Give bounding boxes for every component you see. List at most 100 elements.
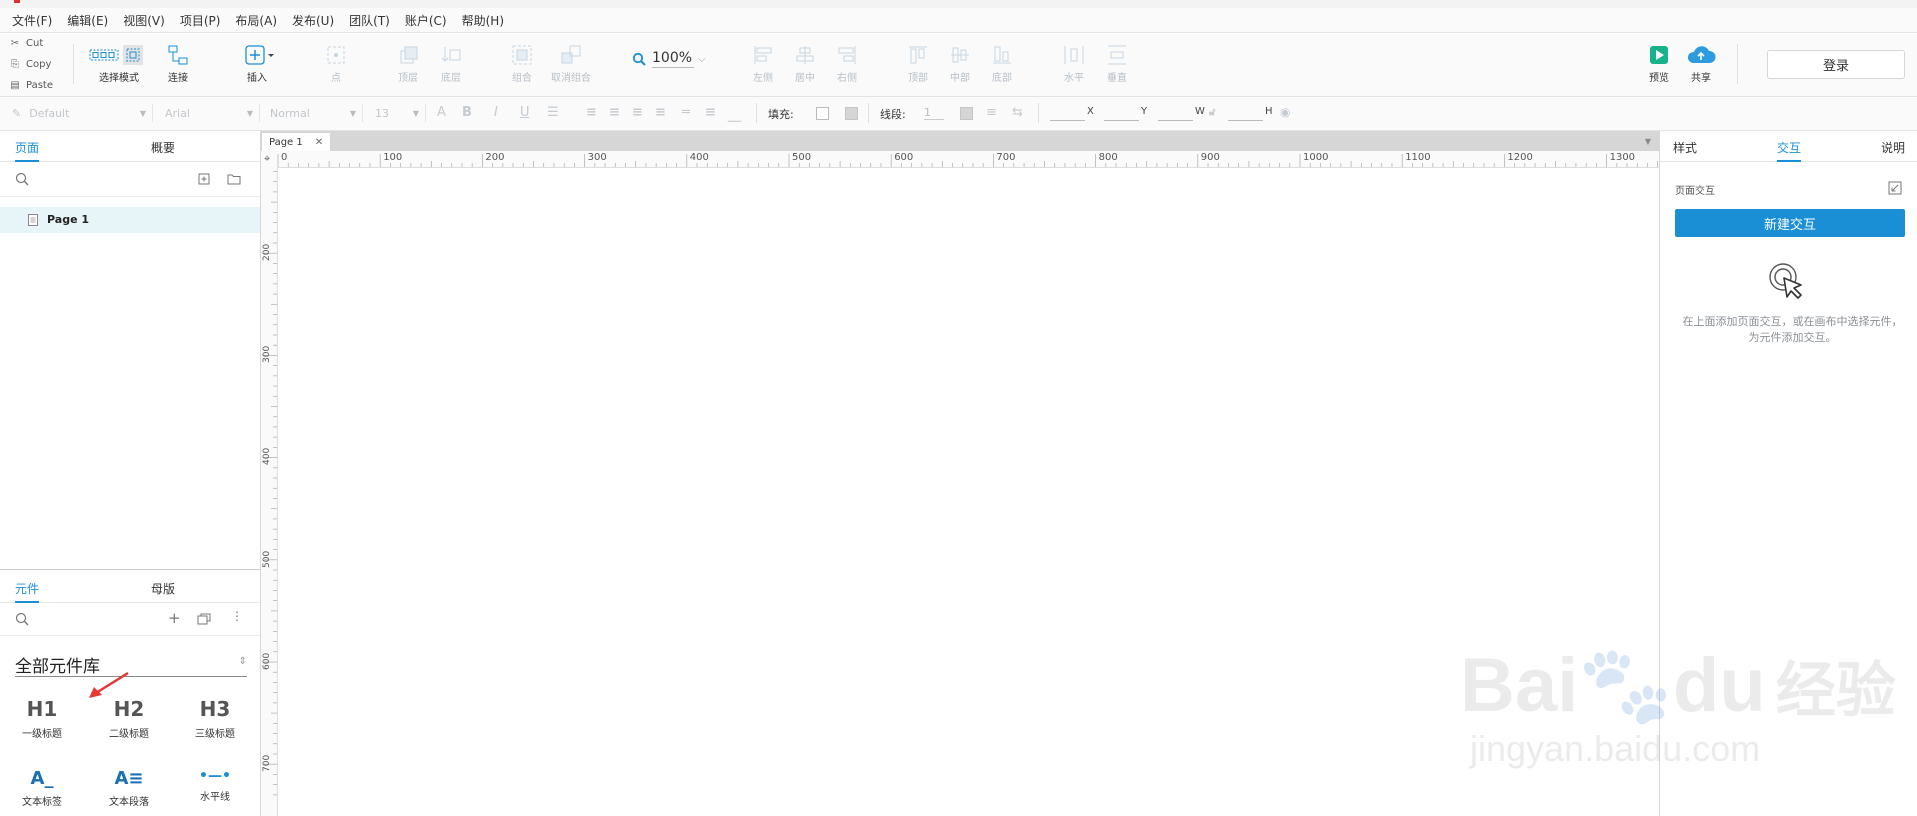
valign-bottom-icon[interactable]: ＿ xyxy=(728,105,741,124)
ruler-label: 1200 xyxy=(1507,152,1533,163)
align-center-icon xyxy=(796,46,814,64)
widget-text-label[interactable]: A_ 文本标签 xyxy=(7,768,77,808)
menu-view[interactable]: 视图(V) xyxy=(123,12,165,29)
expand-icon[interactable] xyxy=(1888,181,1902,195)
tab-outline[interactable]: 概要 xyxy=(151,139,175,156)
text-color-icon[interactable]: A xyxy=(437,105,446,120)
tab-notes[interactable]: 说明 xyxy=(1881,139,1905,156)
w-field[interactable] xyxy=(1158,106,1193,121)
bullet-list-icon[interactable]: ☰ xyxy=(547,105,559,120)
lock-icon[interactable]: 🔓︎ xyxy=(1209,107,1215,118)
connect-icon xyxy=(168,45,188,65)
paste-button[interactable]: ▤ Paste xyxy=(10,80,53,91)
widget-text-paragraph[interactable]: A≡ 文本段落 xyxy=(94,768,164,808)
login-button[interactable]: 登录 xyxy=(1767,50,1905,79)
send-to-back-label: 底层 xyxy=(441,73,461,84)
underline-icon[interactable]: U xyxy=(520,105,530,120)
menu-publish[interactable]: 发布(U) xyxy=(292,12,334,29)
distribute-vertical-button[interactable]: 垂直 xyxy=(1087,34,1147,84)
shadow-swatch[interactable] xyxy=(845,107,858,120)
tab-style[interactable]: 样式 xyxy=(1673,139,1697,156)
style-select[interactable]: ✎ Default ▼ xyxy=(12,104,153,122)
chevron-down-icon: ▼ xyxy=(246,108,253,118)
align-right-button[interactable]: 右侧 xyxy=(817,34,877,84)
widget-h2[interactable]: H2 二级标题 xyxy=(94,697,164,740)
widget-label: 水平线 xyxy=(200,792,230,803)
menu-file[interactable]: 文件(F) xyxy=(12,12,52,29)
line-width-value[interactable]: 1 xyxy=(924,106,944,120)
design-canvas[interactable] xyxy=(278,168,1658,816)
search-icon[interactable] xyxy=(15,612,29,626)
copy-button[interactable]: ⎘ Copy xyxy=(10,59,51,70)
pages-tabbar: 页面 概要 xyxy=(0,131,260,162)
close-icon[interactable]: ✕ xyxy=(315,137,323,148)
ruler-label: 1000 xyxy=(1303,152,1329,163)
align-text-center-icon[interactable]: ≡ xyxy=(609,105,620,120)
menu-project[interactable]: 项目(P) xyxy=(180,12,221,29)
ruler-label: 1100 xyxy=(1405,152,1431,163)
search-icon[interactable] xyxy=(15,172,29,186)
tab-overflow-icon[interactable]: ▼ xyxy=(1645,137,1651,146)
menu-edit[interactable]: 编辑(E) xyxy=(67,12,108,29)
fill-color-swatch[interactable] xyxy=(816,107,829,120)
format-bar: ✎ Default ▼ Arial ▼ Normal ▼ 13 ▼ A B I U ☰ … xyxy=(0,97,1917,131)
send-to-back-button[interactable]: 底层 xyxy=(421,34,481,84)
align-text-right-icon[interactable]: ≡ xyxy=(632,105,643,120)
select-mode-button[interactable]: 选择模式 xyxy=(89,34,149,84)
point-button[interactable]: 点 xyxy=(306,34,366,84)
zoom-control[interactable]: 100% ⌵ xyxy=(632,50,706,68)
line-color-swatch[interactable] xyxy=(960,107,973,120)
horizontal-ruler: ⌖ 0 100 200 300 400 500 600 700 800 900 1000 1100 12… xyxy=(261,151,1659,168)
menu-account[interactable]: 账户(C) xyxy=(405,12,447,29)
ruler-label: 700 xyxy=(262,754,272,772)
x-field[interactable] xyxy=(1050,106,1085,121)
library-copy-icon[interactable] xyxy=(197,613,211,625)
add-library-icon[interactable]: + xyxy=(168,609,181,627)
horizontal-line-icon: •—• xyxy=(199,768,231,784)
menu-layout[interactable]: 布局(A) xyxy=(235,12,277,29)
font-family-select[interactable]: Arial ▼ xyxy=(165,104,260,122)
tab-widgets[interactable]: 元件 xyxy=(15,580,40,603)
widget-horizontal-line[interactable]: •—• 水平线 xyxy=(180,768,250,803)
library-select[interactable]: 全部元件库 ⇕ xyxy=(15,652,247,677)
ruler-label: 600 xyxy=(262,652,272,670)
share-button[interactable]: 共享 xyxy=(1671,34,1731,84)
menu-team[interactable]: 团队(T) xyxy=(349,12,390,29)
insert-button[interactable]: 插入 xyxy=(227,34,287,84)
more-options-icon[interactable]: ⋮ xyxy=(231,609,243,623)
visibility-eye-icon[interactable]: ◉ xyxy=(1280,105,1290,119)
align-text-left-icon[interactable]: ≡ xyxy=(586,105,597,120)
arrow-style-icon[interactable]: ⇆ xyxy=(1012,105,1023,120)
y-field[interactable] xyxy=(1104,106,1139,121)
line-style-icon[interactable]: ≡ xyxy=(986,105,997,120)
align-text-justify-icon[interactable]: ≡ xyxy=(655,105,666,120)
valign-middle-icon[interactable]: ≡ xyxy=(705,105,716,120)
right-panel: 样式 交互 说明 页面交互 新建交互 在上面添加页面交互，或在画布中选择元件，为… xyxy=(1659,131,1917,816)
add-folder-icon[interactable] xyxy=(227,173,241,185)
menu-help[interactable]: 帮助(H) xyxy=(462,12,504,29)
y-label: Y xyxy=(1141,106,1148,117)
cut-button[interactable]: ✂ Cut xyxy=(10,38,43,49)
add-page-icon[interactable] xyxy=(198,173,210,185)
align-bottom-button[interactable]: 底部 xyxy=(972,34,1032,84)
tab-pages[interactable]: 页面 xyxy=(15,139,40,162)
italic-icon[interactable]: I xyxy=(494,105,498,120)
font-weight-select[interactable]: Normal ▼ xyxy=(270,104,363,122)
ruler-label: 400 xyxy=(689,152,709,163)
font-size-select[interactable]: 13 ▼ xyxy=(375,104,426,122)
tab-interaction[interactable]: 交互 xyxy=(1777,139,1802,162)
page-list-item[interactable]: Page 1 xyxy=(0,207,260,233)
widget-h1[interactable]: H1 一级标题 xyxy=(7,697,77,740)
ungroup-button[interactable]: 取消组合 xyxy=(541,34,601,84)
style-value: Default xyxy=(29,106,70,120)
tab-page-1[interactable]: Page 1 ✕ xyxy=(262,133,330,151)
widget-h3[interactable]: H3 三级标题 xyxy=(180,697,250,740)
tab-masters[interactable]: 母版 xyxy=(151,580,175,597)
connect-button[interactable]: 连接 xyxy=(148,34,208,84)
valign-top-icon[interactable]: ═ xyxy=(682,105,690,120)
ruler-label: 500 xyxy=(792,152,812,163)
new-interaction-button[interactable]: 新建交互 xyxy=(1675,209,1905,237)
h-field[interactable] xyxy=(1228,106,1263,121)
bold-icon[interactable]: B xyxy=(462,105,472,120)
select-mode-label: 选择模式 xyxy=(99,73,139,84)
